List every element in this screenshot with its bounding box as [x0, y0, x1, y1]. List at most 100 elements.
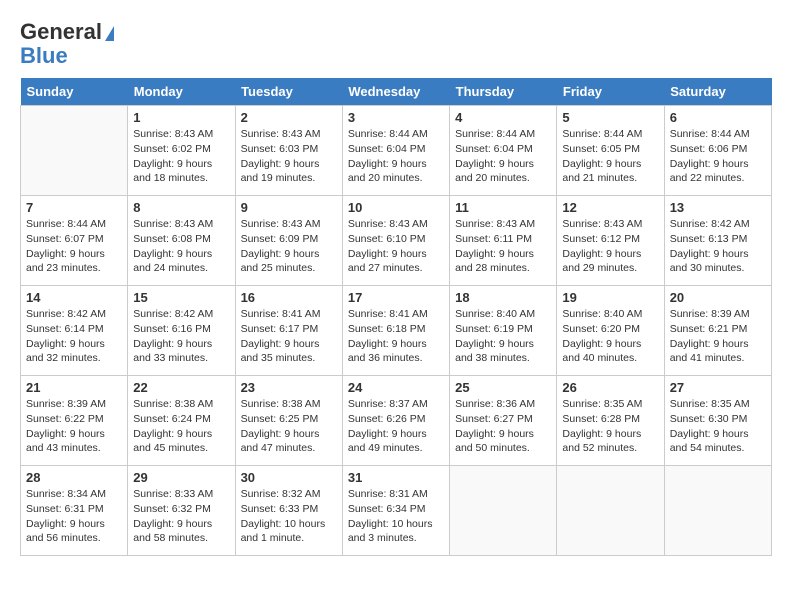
calendar-cell: 23 Sunrise: 8:38 AM Sunset: 6:25 PM Dayli… — [235, 376, 342, 466]
date-number: 27 — [670, 380, 766, 395]
cell-info: Sunrise: 8:35 AM Sunset: 6:30 PM Dayligh… — [670, 397, 766, 456]
calendar-cell: 15Sunrise: 8:42 AM Sunset: 6:16 PM Dayli… — [128, 286, 235, 376]
date-number: 17 — [348, 290, 444, 305]
date-number: 30 — [241, 470, 337, 485]
cell-info: Sunrise: 8:36 AM Sunset: 6:27 PM Dayligh… — [455, 397, 551, 456]
calendar-cell: 21 Sunrise: 8:39 AM Sunset: 6:22 PM Dayli… — [21, 376, 128, 466]
cell-info: Sunrise: 8:31 AM Sunset: 6:34 PM Dayligh… — [348, 487, 444, 546]
day-header-wednesday: Wednesday — [342, 78, 449, 106]
cell-info: Sunrise: 8:44 AM Sunset: 6:06 PM Dayligh… — [670, 127, 766, 186]
calendar-cell: 22Sunrise: 8:38 AM Sunset: 6:24 PM Dayli… — [128, 376, 235, 466]
cell-info: Sunrise: 8:39 AM Sunset: 6:21 PM Dayligh… — [670, 307, 766, 366]
calendar-cell: 27 Sunrise: 8:35 AM Sunset: 6:30 PM Dayli… — [664, 376, 771, 466]
cell-info: Sunrise: 8:40 AM Sunset: 6:20 PM Dayligh… — [562, 307, 658, 366]
week-row-1: 1 Sunrise: 8:43 AM Sunset: 6:02 PM Daylig… — [21, 106, 772, 196]
cell-info: Sunrise: 8:43 AM Sunset: 6:12 PM Dayligh… — [562, 217, 658, 276]
cell-info: Sunrise: 8:44 AM Sunset: 6:04 PM Dayligh… — [348, 127, 444, 186]
date-number: 9 — [241, 200, 337, 215]
date-number: 2 — [241, 110, 337, 125]
day-header-tuesday: Tuesday — [235, 78, 342, 106]
cell-info: Sunrise: 8:33 AM Sunset: 6:32 PM Dayligh… — [133, 487, 229, 546]
week-row-4: 21 Sunrise: 8:39 AM Sunset: 6:22 PM Dayli… — [21, 376, 772, 466]
cell-info: Sunrise: 8:41 AM Sunset: 6:17 PM Dayligh… — [241, 307, 337, 366]
date-number: 4 — [455, 110, 551, 125]
date-number: 20 — [670, 290, 766, 305]
cell-info: Sunrise: 8:42 AM Sunset: 6:13 PM Dayligh… — [670, 217, 766, 276]
date-number: 10 — [348, 200, 444, 215]
calendar-cell: 12 Sunrise: 8:43 AM Sunset: 6:12 PM Dayli… — [557, 196, 664, 286]
calendar-cell — [450, 466, 557, 556]
date-number: 18 — [455, 290, 551, 305]
date-number: 7 — [26, 200, 122, 215]
date-number: 8 — [133, 200, 229, 215]
calendar-cell: 11 Sunrise: 8:43 AM Sunset: 6:11 PM Dayli… — [450, 196, 557, 286]
calendar-cell — [664, 466, 771, 556]
week-row-5: 28 Sunrise: 8:34 AM Sunset: 6:31 PM Dayli… — [21, 466, 772, 556]
cell-info: Sunrise: 8:37 AM Sunset: 6:26 PM Dayligh… — [348, 397, 444, 456]
cell-info: Sunrise: 8:34 AM Sunset: 6:31 PM Dayligh… — [26, 487, 122, 546]
cell-info: Sunrise: 8:44 AM Sunset: 6:07 PM Dayligh… — [26, 217, 122, 276]
calendar-cell — [21, 106, 128, 196]
calendar-cell: 30Sunrise: 8:32 AM Sunset: 6:33 PM Dayli… — [235, 466, 342, 556]
cell-info: Sunrise: 8:39 AM Sunset: 6:22 PM Dayligh… — [26, 397, 122, 456]
week-row-2: 7 Sunrise: 8:44 AM Sunset: 6:07 PM Daylig… — [21, 196, 772, 286]
date-number: 16 — [241, 290, 337, 305]
cell-info: Sunrise: 8:43 AM Sunset: 6:10 PM Dayligh… — [348, 217, 444, 276]
date-number: 19 — [562, 290, 658, 305]
calendar-cell: 28 Sunrise: 8:34 AM Sunset: 6:31 PM Dayli… — [21, 466, 128, 556]
date-number: 29 — [133, 470, 229, 485]
calendar-cell: 18 Sunrise: 8:40 AM Sunset: 6:19 PM Dayli… — [450, 286, 557, 376]
date-number: 14 — [26, 290, 122, 305]
date-number: 3 — [348, 110, 444, 125]
date-number: 1 — [133, 110, 229, 125]
page-header: General Blue — [20, 20, 772, 68]
date-number: 5 — [562, 110, 658, 125]
date-number: 28 — [26, 470, 122, 485]
date-number: 26 — [562, 380, 658, 395]
cell-info: Sunrise: 8:43 AM Sunset: 6:08 PM Dayligh… — [133, 217, 229, 276]
date-number: 21 — [26, 380, 122, 395]
calendar-cell: 10 Sunrise: 8:43 AM Sunset: 6:10 PM Dayli… — [342, 196, 449, 286]
date-number: 12 — [562, 200, 658, 215]
calendar-cell: 1 Sunrise: 8:43 AM Sunset: 6:02 PM Daylig… — [128, 106, 235, 196]
day-header-monday: Monday — [128, 78, 235, 106]
date-number: 6 — [670, 110, 766, 125]
calendar-cell: 19 Sunrise: 8:40 AM Sunset: 6:20 PM Dayli… — [557, 286, 664, 376]
date-number: 11 — [455, 200, 551, 215]
cell-info: Sunrise: 8:43 AM Sunset: 6:02 PM Dayligh… — [133, 127, 229, 186]
cell-info: Sunrise: 8:38 AM Sunset: 6:25 PM Dayligh… — [241, 397, 337, 456]
calendar-cell: 5 Sunrise: 8:44 AM Sunset: 6:05 PM Daylig… — [557, 106, 664, 196]
calendar-cell: 4Sunrise: 8:44 AM Sunset: 6:04 PM Daylig… — [450, 106, 557, 196]
cell-info: Sunrise: 8:44 AM Sunset: 6:05 PM Dayligh… — [562, 127, 658, 186]
calendar-cell — [557, 466, 664, 556]
calendar-cell: 2Sunrise: 8:43 AM Sunset: 6:03 PM Daylig… — [235, 106, 342, 196]
date-number: 23 — [241, 380, 337, 395]
date-number: 22 — [133, 380, 229, 395]
calendar-cell: 20 Sunrise: 8:39 AM Sunset: 6:21 PM Dayli… — [664, 286, 771, 376]
cell-info: Sunrise: 8:43 AM Sunset: 6:09 PM Dayligh… — [241, 217, 337, 276]
calendar-cell: 13 Sunrise: 8:42 AM Sunset: 6:13 PM Dayli… — [664, 196, 771, 286]
calendar-cell: 31Sunrise: 8:31 AM Sunset: 6:34 PM Dayli… — [342, 466, 449, 556]
calendar-cell: 16 Sunrise: 8:41 AM Sunset: 6:17 PM Dayli… — [235, 286, 342, 376]
date-number: 25 — [455, 380, 551, 395]
cell-info: Sunrise: 8:40 AM Sunset: 6:19 PM Dayligh… — [455, 307, 551, 366]
day-header-sunday: Sunday — [21, 78, 128, 106]
logo-general-text: General — [20, 20, 114, 44]
calendar-table: SundayMondayTuesdayWednesdayThursdayFrid… — [20, 78, 772, 556]
day-header-saturday: Saturday — [664, 78, 771, 106]
week-row-3: 14 Sunrise: 8:42 AM Sunset: 6:14 PM Dayli… — [21, 286, 772, 376]
calendar-cell: 25 Sunrise: 8:36 AM Sunset: 6:27 PM Dayli… — [450, 376, 557, 466]
calendar-cell: 7 Sunrise: 8:44 AM Sunset: 6:07 PM Daylig… — [21, 196, 128, 286]
cell-info: Sunrise: 8:35 AM Sunset: 6:28 PM Dayligh… — [562, 397, 658, 456]
calendar-cell: 6 Sunrise: 8:44 AM Sunset: 6:06 PM Daylig… — [664, 106, 771, 196]
logo: General Blue — [20, 20, 114, 68]
cell-info: Sunrise: 8:41 AM Sunset: 6:18 PM Dayligh… — [348, 307, 444, 366]
cell-info: Sunrise: 8:42 AM Sunset: 6:14 PM Dayligh… — [26, 307, 122, 366]
calendar-cell: 26 Sunrise: 8:35 AM Sunset: 6:28 PM Dayli… — [557, 376, 664, 466]
cell-info: Sunrise: 8:43 AM Sunset: 6:11 PM Dayligh… — [455, 217, 551, 276]
calendar-cell: 3 Sunrise: 8:44 AM Sunset: 6:04 PM Daylig… — [342, 106, 449, 196]
calendar-cell: 24Sunrise: 8:37 AM Sunset: 6:26 PM Dayli… — [342, 376, 449, 466]
header-row: SundayMondayTuesdayWednesdayThursdayFrid… — [21, 78, 772, 106]
date-number: 13 — [670, 200, 766, 215]
calendar-cell: 14 Sunrise: 8:42 AM Sunset: 6:14 PM Dayli… — [21, 286, 128, 376]
